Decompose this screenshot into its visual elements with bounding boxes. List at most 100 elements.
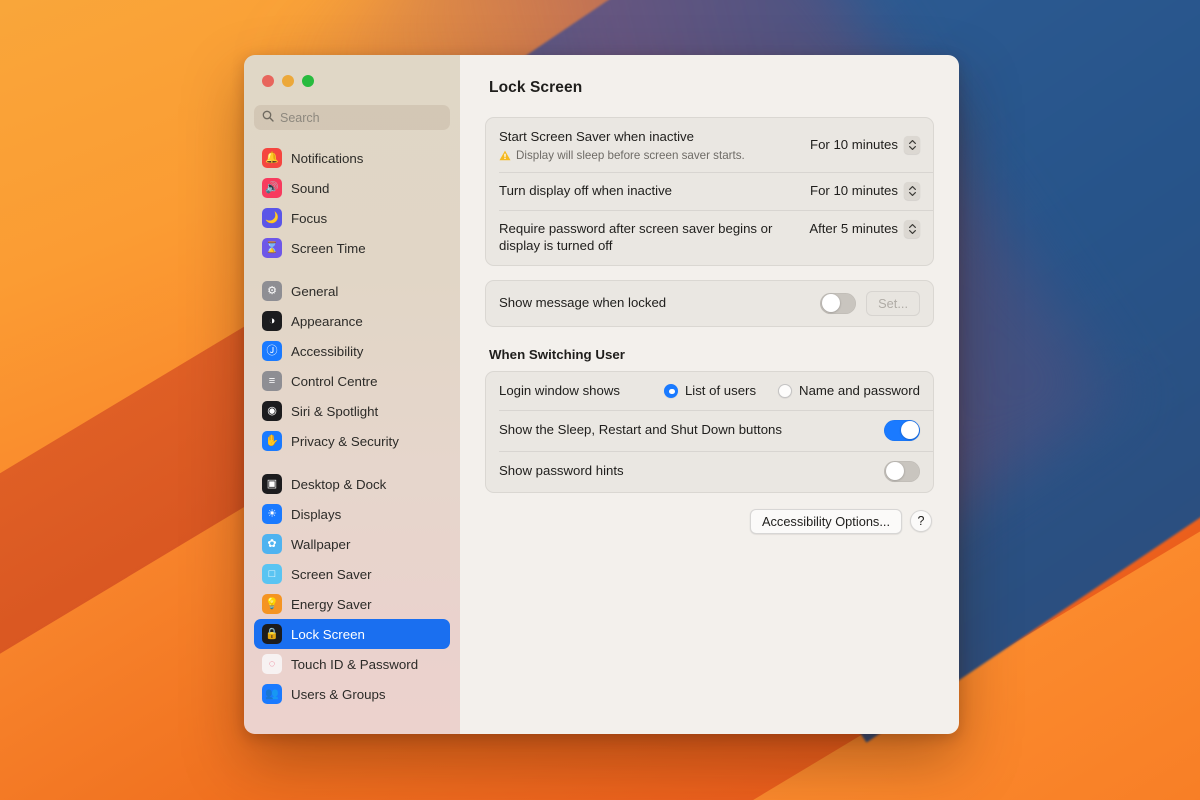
lock-screen-message-card: Show message when locked Set... <box>485 279 934 327</box>
sidebar-item-displays[interactable]: ☀ Displays <box>254 499 450 529</box>
sidebar-item-label: Touch ID & Password <box>291 656 419 672</box>
sidebar-group-2: ▣ Desktop & Dock ☀ Displays ✿ Wallpaper □ Scree… <box>254 469 450 709</box>
sidebar-item-focus[interactable]: 🌙 Focus <box>254 203 450 233</box>
sidebar-items-list: 🔔 Notifications 🔊 Sound 🌙 Focus ⌛ Screen Time ⚙ G… <box>254 143 450 709</box>
sidebar-item-label: Desktop & Dock <box>291 476 387 492</box>
desktop-icon: ▣ <box>262 474 282 494</box>
sidebar-item-wallpaper[interactable]: ✿ Wallpaper <box>254 529 450 559</box>
lock-icon: 🔒 <box>262 624 282 644</box>
warning-triangle-icon <box>499 150 511 161</box>
sidebar-item-desktop-dock[interactable]: ▣ Desktop & Dock <box>254 469 450 499</box>
login-window-shows-radio-group: List of users Name and password <box>663 383 920 399</box>
sidebar: 🔔 Notifications 🔊 Sound 🌙 Focus ⌛ Screen Time ⚙ G… <box>244 55 460 734</box>
zoom-button[interactable] <box>302 75 314 87</box>
sidebar-item-privacy-security[interactable]: ✋ Privacy & Security <box>254 426 450 456</box>
sidebar-item-control-centre[interactable]: ≡ Control Centre <box>254 366 450 396</box>
sidebar-item-label: Siri & Spotlight <box>291 403 379 419</box>
gear-icon: ⚙ <box>262 281 282 301</box>
contrast-circle-icon: ◑ <box>262 311 282 331</box>
sidebar-item-general[interactable]: ⚙ General <box>254 276 450 306</box>
radio-option-list-of-users[interactable]: List of users <box>663 383 757 399</box>
moon-icon: 🌙 <box>262 208 282 228</box>
bell-icon: 🔔 <box>262 148 282 168</box>
set-message-button[interactable]: Set... <box>866 290 920 316</box>
page-title: Lock Screen <box>489 79 583 96</box>
row-label: Turn display off when inactive <box>499 182 672 198</box>
popup-turn-display-off[interactable]: For 10 minutes <box>810 181 920 200</box>
toggle-show-sleep-restart-shutdown[interactable] <box>884 419 920 441</box>
help-button[interactable]: ? <box>910 510 932 533</box>
lock-screen-timing-card: Start Screen Saver when inactive Display… <box>485 117 934 266</box>
sidebar-item-label: Accessibility <box>291 343 364 359</box>
sidebar-item-notifications[interactable]: 🔔 Notifications <box>254 143 450 173</box>
accessibility-options-button[interactable]: Accessibility Options... <box>749 508 902 534</box>
system-settings-window: 🔔 Notifications 🔊 Sound 🌙 Focus ⌛ Screen Time ⚙ G… <box>244 55 959 734</box>
row-login-window-shows: Login window shows List of users Name an… <box>486 372 933 410</box>
row-label: Require password after screen saver begi… <box>499 220 773 254</box>
popup-require-password[interactable]: After 5 minutes <box>809 219 920 238</box>
sidebar-group-0: 🔔 Notifications 🔊 Sound 🌙 Focus ⌛ Screen Time <box>254 143 450 263</box>
sidebar-item-label: Screen Time <box>291 240 366 256</box>
sidebar-item-siri-spotlight[interactable]: ◉ Siri & Spotlight <box>254 396 450 426</box>
section-title-when-switching-user: When Switching User <box>489 346 625 362</box>
search-input[interactable] <box>280 110 442 125</box>
chevron-updown-icon[interactable] <box>904 219 920 238</box>
row-label: Login window shows <box>499 382 620 398</box>
lightbulb-icon: 💡 <box>262 594 282 614</box>
flower-icon: ✿ <box>262 534 282 554</box>
row-show-sleep-restart-shutdown[interactable]: Show the Sleep, Restart and Shut Down bu… <box>486 409 933 451</box>
switching-user-card: Login window shows List of users Name an… <box>485 370 934 493</box>
sliders-icon: ≡ <box>262 371 282 391</box>
sidebar-item-label: Lock Screen <box>291 626 365 642</box>
search-icon <box>262 109 274 127</box>
sidebar-item-screen-saver[interactable]: □ Screen Saver <box>254 559 450 589</box>
radio-label: List of users <box>684 383 757 399</box>
desktop-wallpaper: 🔔 Notifications 🔊 Sound 🌙 Focus ⌛ Screen Time ⚙ G… <box>0 0 1200 800</box>
screensaver-icon: □ <box>262 564 282 584</box>
row-turn-display-off-when-inactive[interactable]: Turn display off when inactive For 10 mi… <box>486 171 933 210</box>
sidebar-item-label: General <box>291 283 339 299</box>
radio-button[interactable] <box>778 383 793 398</box>
sidebar-item-touch-id-password[interactable]: ◌ Touch ID & Password <box>254 649 450 679</box>
sidebar-item-label: Sound <box>291 180 330 196</box>
row-label: Start Screen Saver when inactive <box>499 129 694 144</box>
siri-orb-icon: ◉ <box>262 401 282 421</box>
radio-option-name-and-password[interactable]: Name and password <box>778 383 920 398</box>
minimize-button[interactable] <box>282 75 294 87</box>
chevron-updown-icon[interactable] <box>904 181 920 200</box>
row-start-screen-saver-when-inactive[interactable]: Start Screen Saver when inactive Display… <box>486 118 933 172</box>
main-content: Lock Screen Start Screen Saver when inac… <box>460 55 959 734</box>
sidebar-item-users-groups[interactable]: 👥 Users & Groups <box>254 679 450 709</box>
sidebar-item-appearance[interactable]: ◑ Appearance <box>254 306 450 336</box>
sidebar-item-label: Screen Saver <box>291 566 372 582</box>
sidebar-item-lock-screen[interactable]: 🔒 Lock Screen <box>254 619 450 649</box>
sidebar-item-label: Appearance <box>291 313 363 329</box>
popup-start-screen-saver[interactable]: For 10 minutes <box>810 135 920 154</box>
toggle-show-password-hints[interactable] <box>884 460 920 482</box>
hourglass-icon: ⌛ <box>262 238 282 258</box>
row-subtext-label: Display will sleep before screen saver s… <box>516 148 745 162</box>
radio-button[interactable] <box>663 383 678 398</box>
sidebar-item-energy-saver[interactable]: 💡 Energy Saver <box>254 589 450 619</box>
sidebar-group-1: ⚙ General ◑ Appearance Ⓙ Accessibility ≡ Contro… <box>254 276 450 456</box>
chevron-updown-icon[interactable] <box>904 135 920 154</box>
sidebar-item-label: Energy Saver <box>291 596 372 612</box>
row-require-password[interactable]: Require password after screen saver begi… <box>486 209 933 265</box>
sidebar-item-label: Notifications <box>291 150 364 166</box>
row-show-password-hints[interactable]: Show password hints <box>486 450 933 492</box>
close-button[interactable] <box>262 75 274 87</box>
sidebar-item-label: Focus <box>291 210 328 226</box>
hand-raised-icon: ✋ <box>262 431 282 451</box>
popup-value: For 10 minutes <box>810 183 898 199</box>
toggle-show-message-when-locked[interactable] <box>820 292 857 314</box>
sidebar-item-screen-time[interactable]: ⌛ Screen Time <box>254 233 450 263</box>
popup-value: After 5 minutes <box>809 221 898 237</box>
sidebar-item-sound[interactable]: 🔊 Sound <box>254 173 450 203</box>
search-field[interactable] <box>254 105 450 130</box>
row-label: Show the Sleep, Restart and Shut Down bu… <box>499 422 782 438</box>
sidebar-item-accessibility[interactable]: Ⓙ Accessibility <box>254 336 450 366</box>
radio-label: Name and password <box>799 383 920 399</box>
row-show-message-when-locked[interactable]: Show message when locked Set... <box>486 281 933 326</box>
speaker-icon: 🔊 <box>262 178 282 198</box>
footer-actions: Accessibility Options... ? <box>485 508 934 534</box>
